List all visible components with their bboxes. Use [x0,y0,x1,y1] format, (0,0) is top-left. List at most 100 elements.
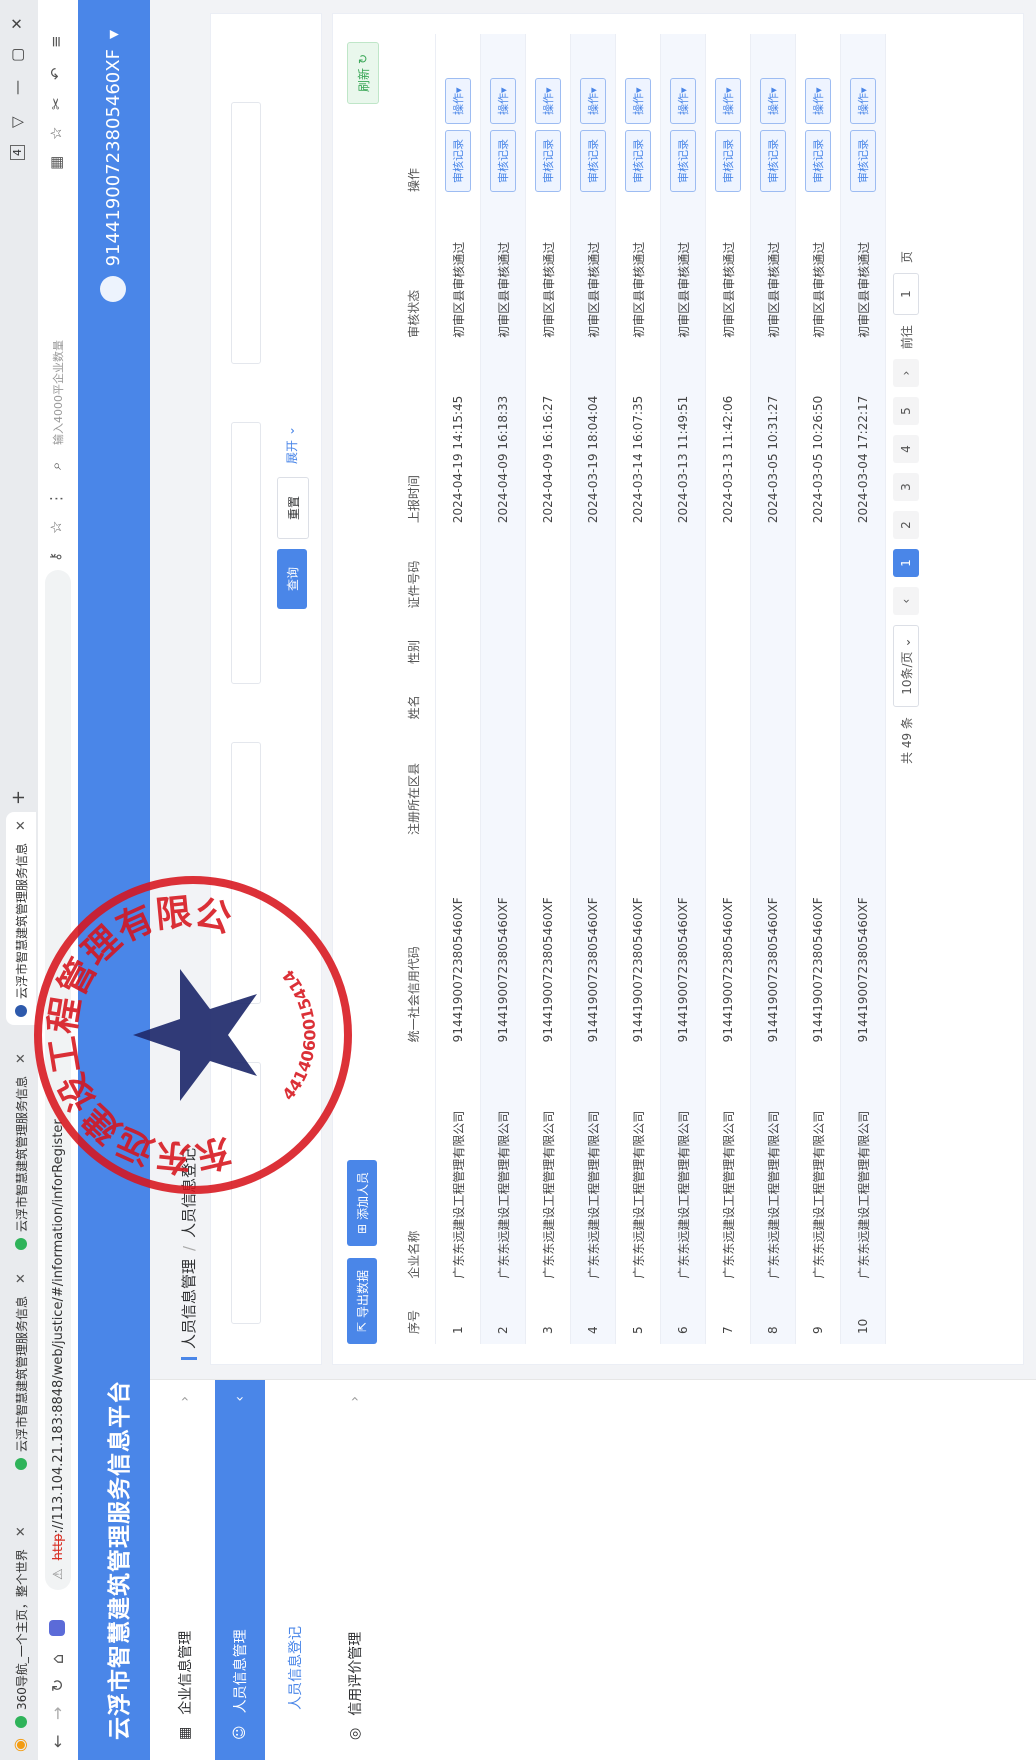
new-tab-icon[interactable]: + [8,790,29,805]
operation-dropdown[interactable]: 操作▾ [490,78,516,124]
export-button[interactable]: ⇱ 导出数据 [347,1258,377,1344]
page-size-value: 10条/页 [899,651,914,695]
audit-record-button[interactable]: 审核记录 [580,129,606,192]
screen-stage: ◉ 360导航_一个主页，整个世界 ✕ 云浮市智慧建筑管理服务信息 ✕ 云浮市智… [0,0,1036,1760]
operation-dropdown[interactable]: 操作▾ [625,78,651,124]
forward-icon[interactable]: → [48,1707,67,1720]
operation-dropdown[interactable]: 操作▾ [580,78,606,124]
operation-dropdown[interactable]: 操作▾ [715,78,741,124]
apps-icon[interactable]: ▦ [47,156,65,170]
sidebar-item-personnel[interactable]: ☺ 人员信息管理 ‹ [215,1380,265,1760]
undo-icon[interactable]: ↶ [47,67,65,80]
cell-district [435,729,481,845]
page-1[interactable]: 1 [893,549,919,578]
prev-page-button[interactable]: ‹ [893,587,919,616]
sidebar-item-label: 信用评价管理 [348,1631,364,1716]
tab-label: 云浮市智慧建筑管理服务信息 [14,842,29,999]
cell-ops: 审核记录 操作▾ [570,34,616,202]
operation-dropdown[interactable]: 操作▾ [850,78,876,124]
user-menu[interactable]: 91441900723805460XF ▾ [100,30,126,303]
cell-district [615,729,661,845]
key-icon[interactable]: ⚷ [48,552,64,562]
close-icon[interactable]: ✕ [14,820,29,831]
page-unit: 页 [899,251,914,264]
sidebar-item-credit[interactable]: ◎ 信用评价管理 › [330,1380,380,1760]
sidebar-item-label: 人员信息登记 [288,1626,304,1710]
breadcrumb-parent[interactable]: 人员信息管理 [178,1259,199,1349]
plus-icon: ⊞ [355,1223,369,1235]
sidebar-item-company[interactable]: ▦ 企业信息管理 › [160,1380,210,1760]
reset-button[interactable]: 重置 [277,477,309,539]
operation-dropdown[interactable]: 操作▾ [760,78,786,124]
tab-favicon-icon [15,1238,27,1250]
sidebar-item-register[interactable]: 人员信息登记 [270,1380,320,1760]
audit-record-button[interactable]: 审核记录 [850,129,876,192]
close-window-icon[interactable]: ✕ [8,17,26,30]
cell-district [705,729,751,845]
operation-dropdown[interactable]: 操作▾ [805,78,831,124]
filter-id-input[interactable] [231,102,261,364]
audit-record-button[interactable]: 审核记录 [490,129,516,192]
operation-dropdown[interactable]: 操作▾ [445,78,471,124]
page-4[interactable]: 4 [893,435,919,464]
audit-record-button[interactable]: 审核记录 [760,129,786,192]
cell-district [750,729,796,845]
header-ops: 操作 [391,34,436,202]
reload-icon[interactable]: ↻ [48,1679,67,1692]
cell-gender [795,618,841,674]
close-icon[interactable]: ✕ [14,1526,29,1537]
seal-star-icon [133,969,257,1101]
page-2[interactable]: 2 [893,511,919,540]
cell-company: 广东东远建设工程管理有限公司 [525,1052,571,1289]
menu-icon[interactable]: ≡ [47,35,65,48]
total-count: 共 49 条 [899,717,914,764]
operation-dropdown[interactable]: 操作▾ [535,78,561,124]
query-button[interactable]: 查询 [277,549,307,609]
refresh-button[interactable]: 刷新 ↻ [347,42,379,104]
sidebar: ▦ 企业信息管理 › ☺ 人员信息管理 ‹ 人员信息登记 ◎ 信用评价管理 › [150,1379,1036,1760]
back-icon[interactable]: ← [48,1735,67,1748]
expand-toggle[interactable]: 展开 ⌄ [283,426,300,464]
audit-record-button[interactable]: 审核记录 [625,129,651,192]
cell-status: 初审区县审核通过 [480,201,526,348]
audit-record-button[interactable]: 审核记录 [805,129,831,192]
browser-tab[interactable]: 云浮市智慧建筑管理服务信息 ✕ [6,1273,36,1470]
cell-code: 91441900723805460XF [750,844,796,1053]
audit-record-button[interactable]: 审核记录 [715,129,741,192]
close-icon[interactable]: ✕ [14,1053,29,1064]
search-input[interactable]: 输入4000平企业数量 [50,340,66,445]
cell-gender [660,618,706,674]
scissors-icon[interactable]: ✂ [47,97,65,110]
page-3[interactable]: 3 [893,473,919,502]
next-page-button[interactable]: › [893,359,919,388]
more-icon[interactable]: ⋮ [47,491,65,506]
cell-status: 初审区县审核通过 [435,201,481,348]
audit-record-button[interactable]: 审核记录 [535,129,561,192]
audit-record-button[interactable]: 审核记录 [670,129,696,192]
audit-record-button[interactable]: 审核记录 [445,129,471,192]
home-icon[interactable]: ⌂ [48,1654,67,1664]
page-5[interactable]: 5 [893,397,919,426]
browser-tab[interactable]: 360导航_一个主页，整个世界 ✕ [6,1526,36,1728]
header-id: 证件号码 [391,533,436,619]
search-icon[interactable]: ⌕ [47,462,65,470]
cell-gender [840,618,886,674]
favorites-icon[interactable]: ☆ [47,127,65,140]
tab-count-badge[interactable]: 4 [10,145,25,160]
ai-icon[interactable] [49,1620,65,1636]
close-icon[interactable]: ✕ [14,1273,29,1284]
cell-gender [705,618,751,674]
export-label: 导出数据 [355,1269,370,1318]
company-seal-stamp: 广东东远建设工程管理有限公司 4414060015414 [28,876,352,1200]
cell-time: 2024-03-13 11:49:51 [660,347,706,534]
goto-page-input[interactable]: 1 [893,273,919,316]
filter-name-input[interactable] [231,422,261,684]
cell-ops: 审核记录 操作▾ [705,34,751,202]
star-icon[interactable]: ☆ [47,521,65,534]
maximize-icon[interactable]: ▢ [8,48,26,62]
page-size-select[interactable]: 10条/页 ⌄ [893,625,919,708]
cell-time: 2024-03-13 11:42:06 [705,347,751,534]
operation-dropdown[interactable]: 操作▾ [670,78,696,124]
shield-icon[interactable]: ▽ [8,116,26,128]
minimize-icon[interactable]: — [8,80,26,95]
